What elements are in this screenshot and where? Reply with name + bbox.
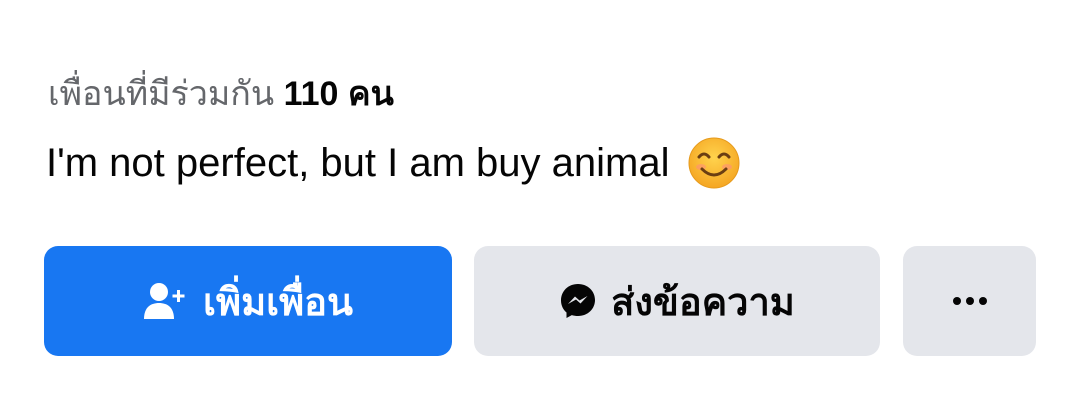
more-options-button[interactable] bbox=[903, 246, 1036, 356]
mutual-friends-unit: คน bbox=[347, 75, 394, 113]
add-friend-label: เพิ่มเพื่อน bbox=[203, 281, 353, 324]
message-button[interactable]: ส่งข้อความ bbox=[474, 246, 880, 356]
profile-header: เพื่อนที่มีร่วมกัน 110 คน I'm not perfec… bbox=[0, 0, 1080, 420]
more-icon bbox=[950, 296, 990, 306]
message-label: ส่งข้อความ bbox=[611, 281, 795, 324]
add-friend-icon bbox=[143, 281, 189, 321]
profile-actions: เพิ่มเพื่อน ส่งข้อความ bbox=[44, 246, 1036, 356]
mutual-friends-count: 110 bbox=[283, 75, 339, 113]
mutual-friends[interactable]: เพื่อนที่มีร่วมกัน 110 คน bbox=[48, 66, 394, 120]
mutual-friends-label: เพื่อนที่มีร่วมกัน bbox=[48, 75, 275, 113]
profile-bio: I'm not perfect, but I am buy animal bbox=[46, 136, 741, 190]
smiling-face-emoji-icon bbox=[687, 136, 741, 190]
add-friend-button[interactable]: เพิ่มเพื่อน bbox=[44, 246, 452, 356]
profile-name bbox=[150, 0, 158, 22]
messenger-icon bbox=[559, 282, 597, 320]
bio-text: I'm not perfect, but I am buy animal bbox=[46, 140, 670, 185]
